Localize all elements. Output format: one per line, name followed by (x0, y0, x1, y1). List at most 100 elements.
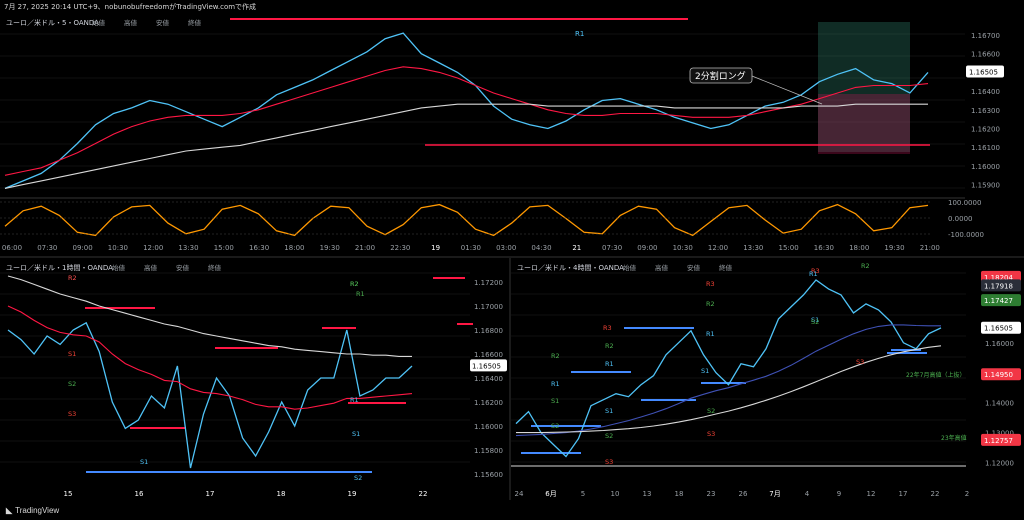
price-tick-label: 1.16000 (985, 340, 1014, 348)
time-tick-label: 06:00 (2, 244, 22, 252)
pivot-level-label: R2 (605, 342, 614, 350)
time-tick-label: 7月 (769, 490, 780, 498)
pivot-level-label: R1 (356, 290, 365, 298)
pivot-level-label: R1 (551, 380, 560, 388)
time-tick-label: 01:30 (461, 244, 481, 252)
h1-ohlc-label: 終値 (208, 263, 222, 272)
pivot-level-label: R2 (551, 352, 560, 360)
time-tick-label: 10:30 (673, 244, 693, 252)
main-time-axis[interactable]: 06:00 07:30 09:00 10:30 12:00 13:30 15:00 16:30… (2, 244, 940, 252)
capture-caption: 7月 27, 2025 20:14 UTC+9、nobunobufreedomが… (4, 3, 257, 11)
tradingview-logo[interactable]: ◣ TradingView (6, 506, 59, 515)
zone-r1-label: R1 (575, 30, 584, 38)
h1-chart-panel[interactable]: ユーロ／米ドル・1時間・OANDA 始値 高値 安値 終値 R2 S1 S2 S3 R1 R2 S… (0, 258, 509, 503)
h4-ohlc-label: 始値 (623, 263, 637, 272)
time-tick-label: 16:30 (249, 244, 269, 252)
price-tick-label: 1.16200 (971, 126, 1000, 134)
time-tick-label: 15 (64, 490, 73, 498)
price-tick-label: 1.16800 (474, 327, 503, 335)
current-price-label: 1.16505 (472, 362, 501, 370)
h4-note-2023-high: 23年高値 (941, 434, 967, 442)
price-tick-label: 1.16400 (474, 375, 503, 383)
time-tick-label: 09:00 (73, 244, 93, 252)
price-tick-label: 1.12000 (985, 460, 1014, 468)
annotation-text: 2分割ロング (695, 70, 746, 82)
h1-series-2 (7, 275, 412, 357)
h1-ohlc-label: 高値 (144, 263, 158, 272)
main-chart-panel[interactable]: R1 2分割ロング ユーロ／米ドル・5・OANDA 始値 高値 安値 終値 1.167… (0, 14, 1024, 256)
price-badge-label: 1.12757 (984, 437, 1013, 445)
h4-series-0 (515, 279, 942, 458)
h4-chart-svg[interactable]: ユーロ／米ドル・4時間・OANDA 始値 高値 安値 終値 R2 R1 S1 S2 R3 R2 R… (511, 258, 1024, 503)
time-tick-label: 12:00 (143, 244, 163, 252)
pivot-level-label: S2 (68, 380, 76, 388)
price-tick-label: 1.16100 (971, 144, 1000, 152)
main-ohlc-label: 安値 (156, 18, 170, 27)
osc-series-0 (4, 203, 929, 237)
h1-price-axis[interactable]: 1.17200 1.17000 1.16800 1.16600 1.16505 1.164… (470, 279, 507, 479)
time-tick-label: 18:00 (284, 244, 304, 252)
price-tick-label: 1.16600 (971, 51, 1000, 59)
price-tick-label: 1.15800 (474, 447, 503, 455)
price-badge-label: 1.17427 (984, 297, 1013, 305)
price-tick-label: 1.16000 (971, 163, 1000, 171)
pivot-level-label: S2 (551, 422, 559, 430)
price-tick-label: 1.17000 (474, 303, 503, 311)
pivot-level-label: S2 (605, 432, 613, 440)
price-badge-label: 1.14950 (984, 371, 1013, 379)
h1-ohlc-label: 始値 (112, 263, 126, 272)
pivot-level-label: S1 (551, 397, 559, 405)
osc-tick-label: 0.0000 (948, 215, 973, 223)
price-tick-label: 1.15600 (474, 471, 503, 479)
time-tick-label: 10 (611, 490, 620, 498)
h1-time-axis[interactable]: 15 16 17 18 19 22 (64, 490, 428, 498)
main-series-2 (4, 103, 928, 189)
h4-note-2022-high: 22年7月高値（上抜） (906, 371, 965, 379)
time-tick-label: 07:30 (602, 244, 622, 252)
brand-glyph-icon: ◣ (6, 506, 13, 515)
price-tick-label: 1.16600 (474, 351, 503, 359)
price-tick-label: 1.16000 (474, 423, 503, 431)
h4-chart-title: ユーロ／米ドル・4時間・OANDA (517, 263, 624, 272)
time-tick-label: 04:30 (531, 244, 551, 252)
main-chart-title: ユーロ／米ドル・5・OANDA (6, 18, 99, 27)
time-tick-label: 12:00 (708, 244, 728, 252)
time-tick-label: 13 (643, 490, 652, 498)
time-tick-label: 4 (805, 490, 810, 498)
h1-chart-svg[interactable]: ユーロ／米ドル・1時間・OANDA 始値 高値 安値 終値 R2 S1 S2 S3 R1 R2 S… (0, 258, 509, 503)
pivot-level-label: S1 (352, 430, 360, 438)
h4-series-1 (515, 324, 941, 437)
time-tick-label: 19 (348, 490, 357, 498)
price-badge-label: 1.16505 (984, 325, 1013, 333)
pivot-level-label: R1 (809, 270, 818, 278)
main-ohlc-label: 終値 (188, 18, 202, 27)
main-series-1 (4, 66, 929, 176)
main-price-axis[interactable]: 1.16700 1.16600 1.16505 1.16400 1.16300 1.162… (966, 32, 1004, 190)
current-price-label: 1.16505 (969, 68, 998, 76)
pivot-level-label: R2 (68, 274, 77, 282)
time-tick-label: 18 (675, 490, 684, 498)
price-badge-label: 1.17918 (984, 282, 1013, 290)
h4-time-axis[interactable]: 24 6月 5 10 13 18 23 26 7月 4 9 12 17 22 2 (515, 490, 970, 498)
price-tick-label: 1.15900 (971, 182, 1000, 190)
pivot-level-label: R3 (603, 324, 612, 332)
pivot-level-label: S3 (68, 410, 76, 418)
time-tick-label: 19 (431, 244, 440, 252)
pivot-level-label: S3 (856, 358, 864, 366)
h4-price-axis[interactable]: 1.182041.179181.174271.165051.160001.149… (981, 270, 1021, 468)
time-tick-label: 18:00 (849, 244, 869, 252)
h1-ohlc-label: 安値 (176, 263, 190, 272)
pivot-level-label: S2 (811, 318, 819, 326)
time-tick-label: 10:30 (108, 244, 128, 252)
main-chart-svg[interactable]: R1 2分割ロング ユーロ／米ドル・5・OANDA 始値 高値 安値 終値 1.167… (0, 14, 1024, 256)
pivot-level-label: S2 (707, 407, 715, 415)
time-tick-label: 15:00 (779, 244, 799, 252)
time-tick-label: 09:00 (637, 244, 657, 252)
time-tick-label: 19:30 (884, 244, 904, 252)
time-tick-label: 5 (581, 490, 585, 498)
osc-tick-label: -100.0000 (948, 231, 984, 239)
time-tick-label: 24 (515, 490, 524, 498)
price-tick-label: 1.16300 (971, 107, 1000, 115)
pivot-level-label: R1 (706, 330, 715, 338)
h4-chart-panel[interactable]: ユーロ／米ドル・4時間・OANDA 始値 高値 安値 終値 R2 R1 S1 S2 R3 R2 R… (511, 258, 1024, 503)
